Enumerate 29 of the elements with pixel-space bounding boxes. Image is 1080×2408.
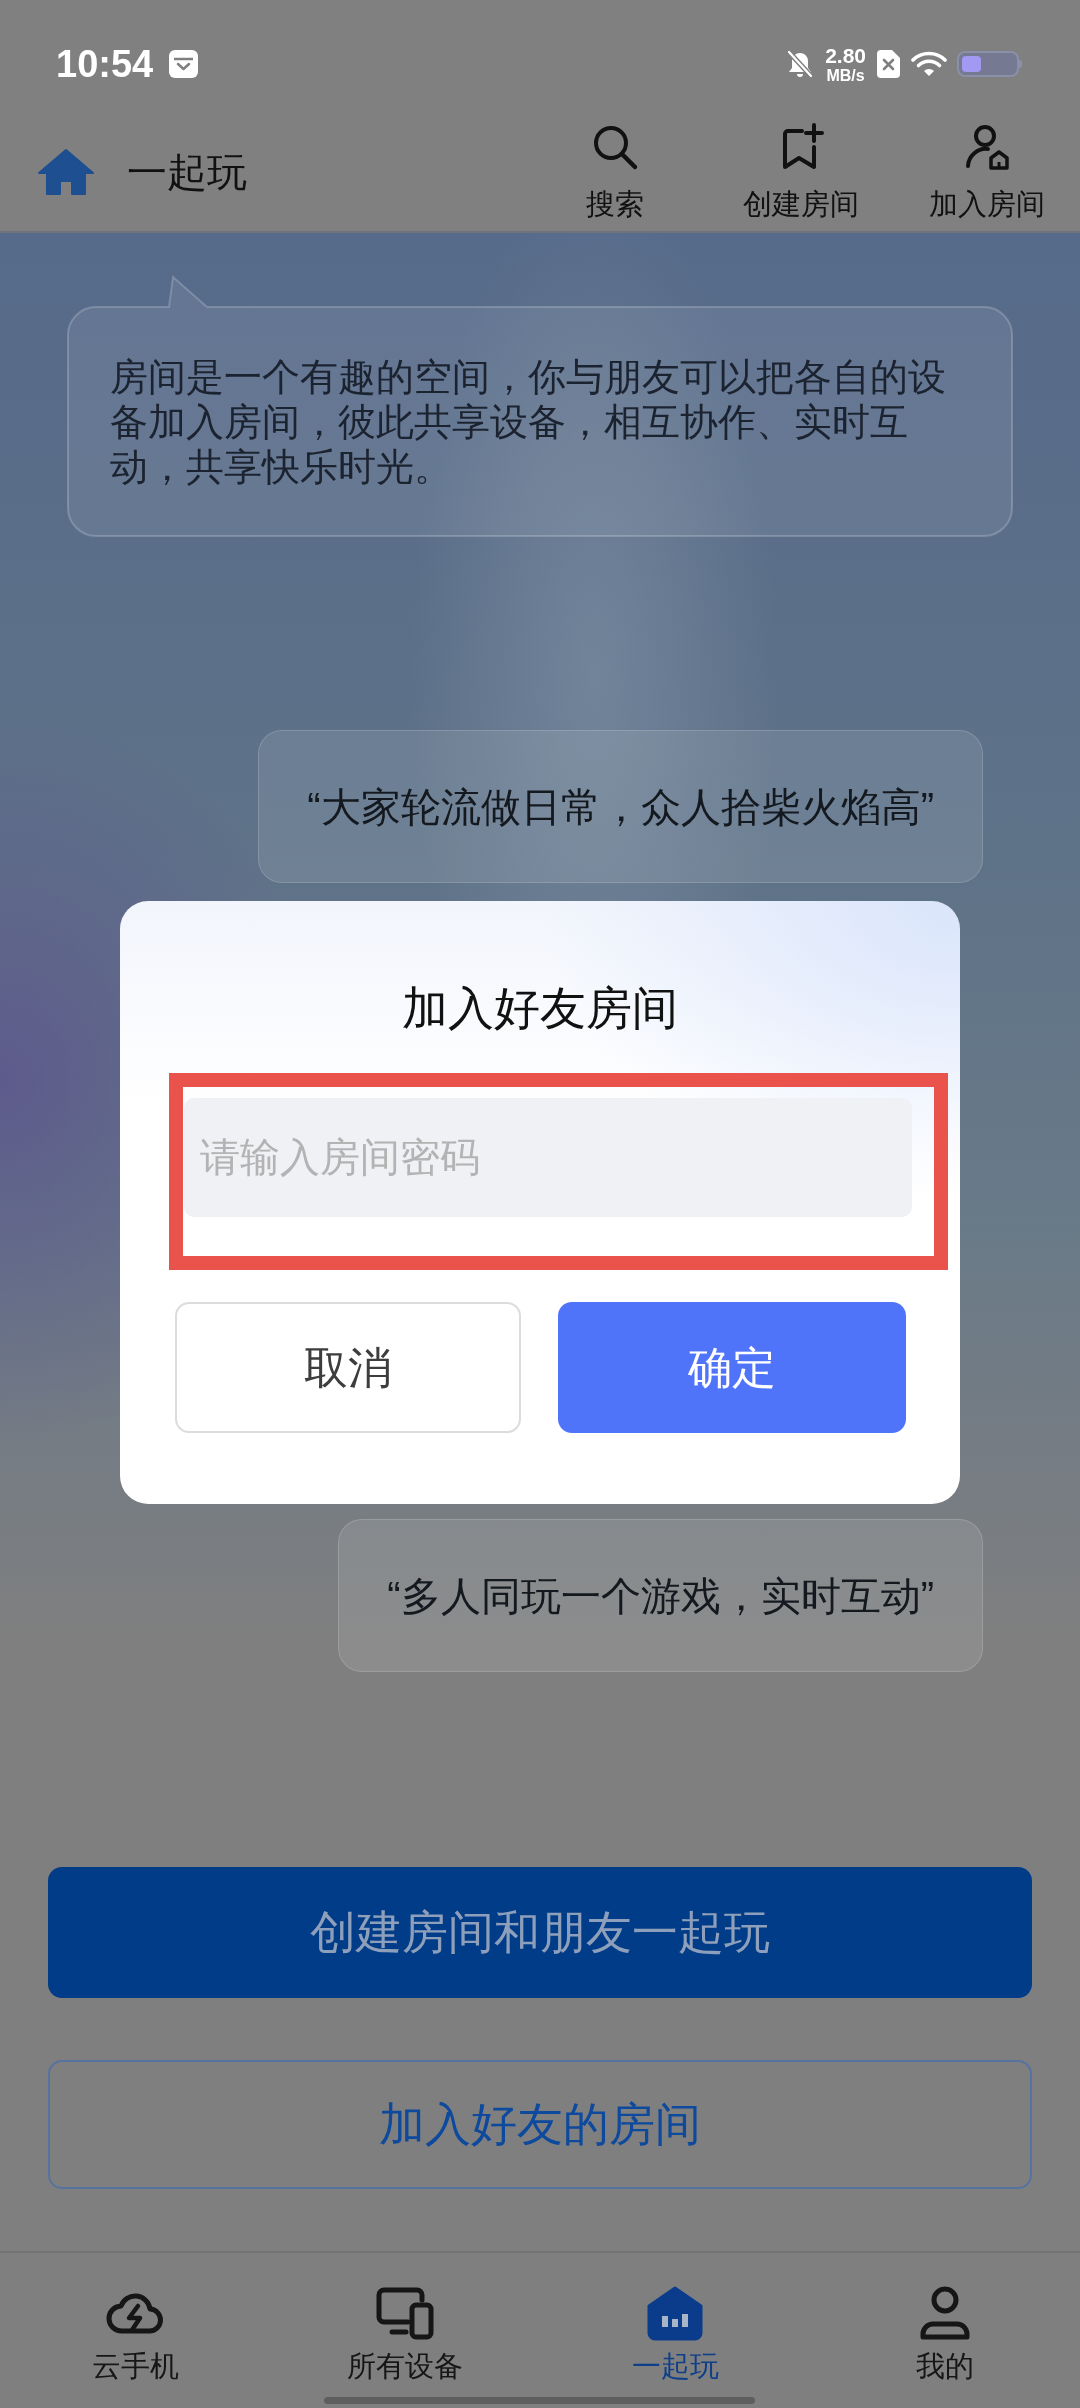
search-button[interactable]: 搜索	[540, 123, 690, 222]
intro-text: 房间是一个有趣的空间，你与朋友可以把各自的设备加入房间，彼此共享设备，相互协作、实时互动，共享快乐时光。	[110, 355, 947, 490]
devices-icon	[375, 2285, 435, 2341]
nav-tab[interactable]: 所有设备	[270, 2253, 540, 2408]
quote-text: “大家轮流做日常，众人拾柴火焰高”	[307, 786, 934, 827]
password-field[interactable]: 请输入房间密码	[184, 1098, 912, 1217]
cancel-button[interactable]: 取消	[175, 1302, 521, 1433]
create-room-button[interactable]: 创建房间和朋友一起玩	[48, 1867, 1032, 1998]
quote-text: “多人同玩一个游戏，实时互动”	[387, 1575, 934, 1616]
house-chart-icon	[645, 2285, 705, 2341]
nav-tab[interactable]: 一起玩	[540, 2253, 810, 2408]
network-speed: 2.80	[825, 44, 866, 67]
person-house-icon	[963, 123, 1011, 171]
sim-error-icon	[877, 50, 900, 78]
nav-tab[interactable]: 我的	[810, 2253, 1080, 2408]
network-speed-unit: MB/s	[826, 66, 865, 84]
tray-icon	[169, 50, 199, 78]
bell-off-icon	[787, 50, 814, 78]
confirm-button[interactable]: 确定	[558, 1302, 906, 1433]
search-icon	[591, 123, 639, 171]
nav-tab[interactable]: 云手机	[0, 2253, 270, 2408]
page-title: 一起玩	[127, 152, 247, 192]
battery-icon	[957, 51, 1022, 77]
join-room-button[interactable]: 加入房间	[912, 123, 1062, 222]
home-icon	[38, 148, 94, 196]
status-time: 10:54	[56, 45, 154, 83]
wifi-icon	[911, 50, 947, 78]
dialog-title: 加入好友房间	[402, 981, 678, 1036]
create-room-button[interactable]: 创建房间	[726, 123, 876, 222]
